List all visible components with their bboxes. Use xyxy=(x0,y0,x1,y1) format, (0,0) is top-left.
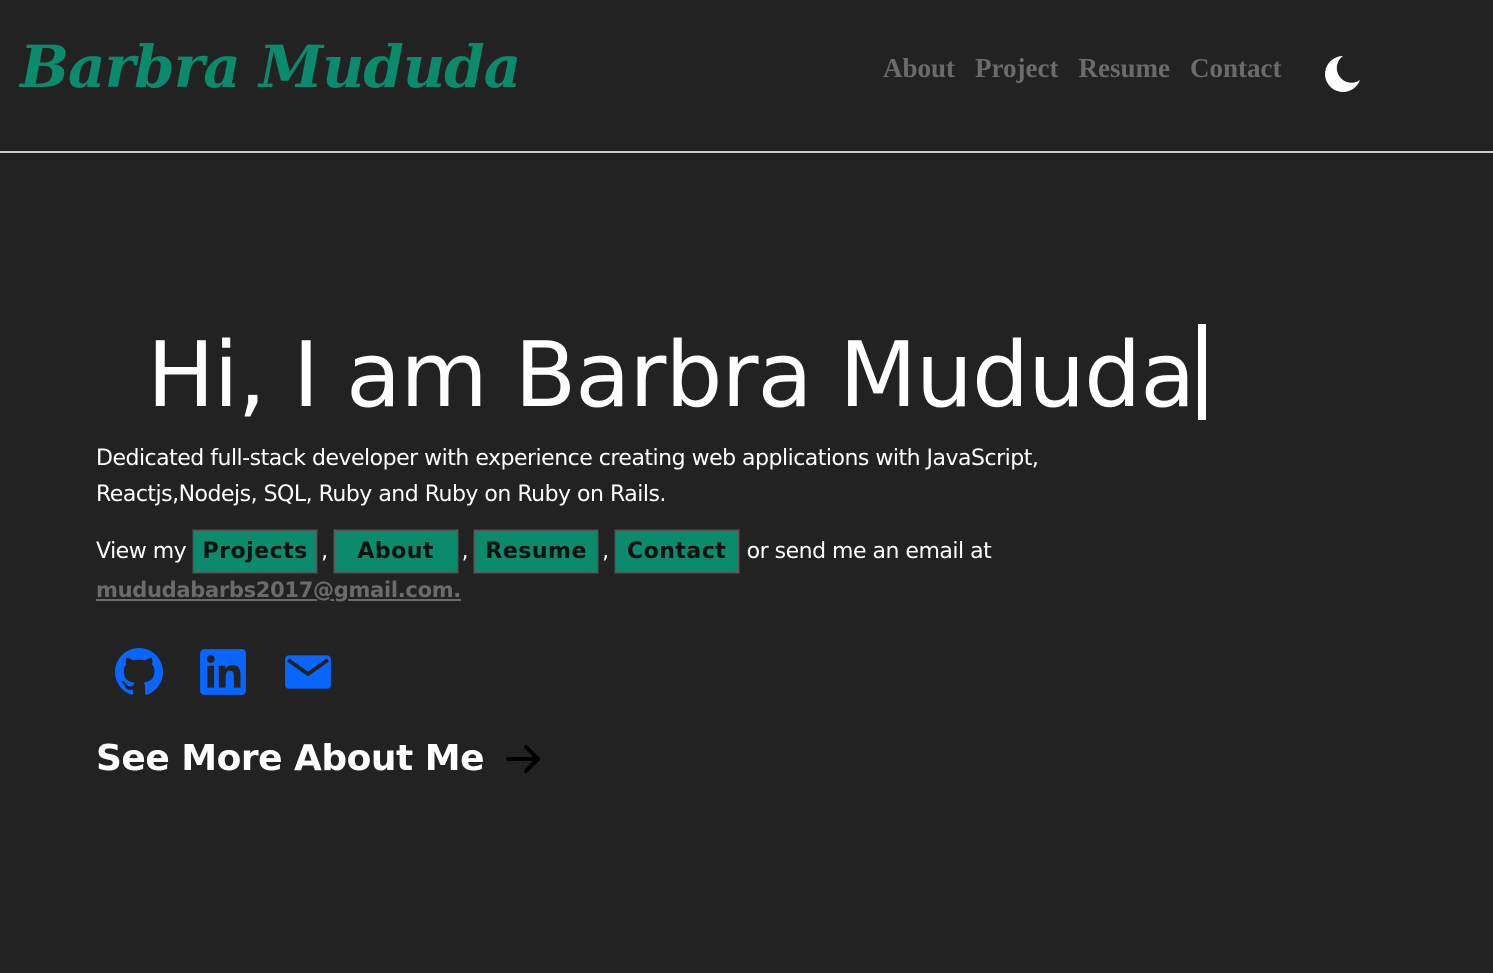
projects-button[interactable]: Projects xyxy=(192,529,319,574)
mail-icon[interactable] xyxy=(283,647,333,697)
site-header: Barbra Mududa About Project Resume Conta… xyxy=(0,0,1493,151)
hero-description: Dedicated full-stack developer with expe… xyxy=(96,446,1039,507)
site-logo[interactable]: Barbra Mududa xyxy=(20,22,521,112)
arrow-right-icon xyxy=(506,744,541,773)
nav-link-contact[interactable]: Contact xyxy=(1190,50,1281,86)
view-links-line: View my Projects , About , Resume , Cont… xyxy=(96,529,992,574)
nav-link-resume[interactable]: Resume xyxy=(1078,50,1169,86)
linkedin-icon[interactable] xyxy=(198,647,248,697)
typing-cursor xyxy=(1198,324,1207,420)
view-prefix: View my xyxy=(96,539,187,564)
github-icon[interactable] xyxy=(114,647,164,697)
see-more-link[interactable]: See More About Me xyxy=(96,738,544,779)
hero-title: Hi, I am Barbra Mududa xyxy=(147,318,1207,434)
see-more-label: See More About Me xyxy=(96,738,485,779)
header-divider xyxy=(0,151,1493,153)
nav-link-about[interactable]: About xyxy=(883,50,955,86)
email-link[interactable]: mududabarbs2017@gmail.com. xyxy=(96,578,461,602)
hero-title-text: Hi, I am Barbra Mududa xyxy=(147,323,1195,428)
nav-link-project[interactable]: Project xyxy=(975,50,1058,86)
main-nav: About Project Resume Contact xyxy=(883,50,1281,86)
separator: , xyxy=(321,539,328,564)
resume-button[interactable]: Resume xyxy=(473,529,600,574)
about-button[interactable]: About xyxy=(332,529,459,574)
separator: , xyxy=(461,539,469,564)
separator: , xyxy=(602,539,609,564)
contact-button[interactable]: Contact xyxy=(613,529,740,574)
email-prefix: or send me an email at xyxy=(746,539,992,564)
moon-icon[interactable] xyxy=(1316,50,1362,96)
